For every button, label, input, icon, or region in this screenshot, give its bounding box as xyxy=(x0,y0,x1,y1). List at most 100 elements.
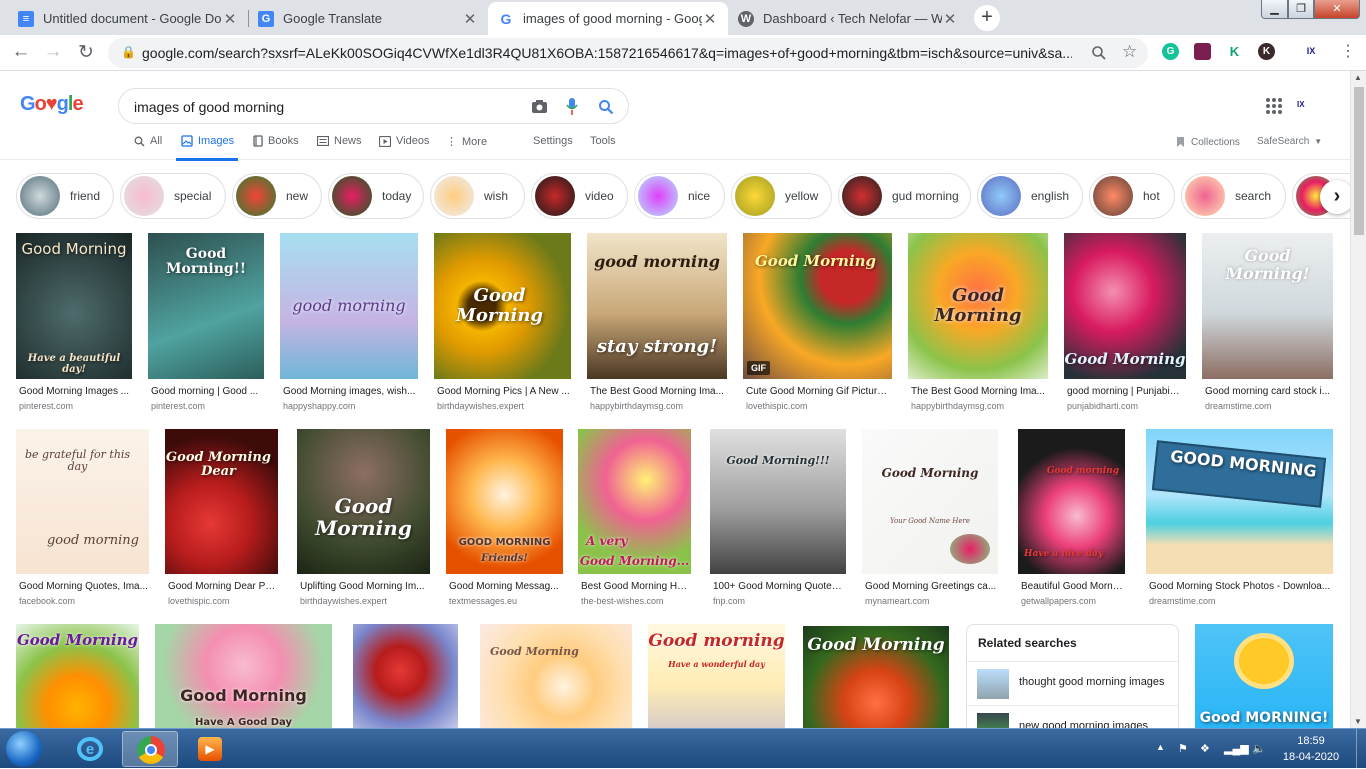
image-caption[interactable]: Good Morning Pics | A New ... xyxy=(437,386,570,397)
image-caption[interactable]: Good Morning Dear Pic... xyxy=(168,581,277,592)
address-bar[interactable]: 🔒 google.com/search?sxsrf=ALeKk00SOGiq4C… xyxy=(108,38,1148,68)
back-arrow-icon[interactable]: ← xyxy=(9,41,33,63)
image-caption[interactable]: Good Morning Quotes, Ima... xyxy=(19,581,148,592)
image-result[interactable]: Good Morning Have a beautiful day! xyxy=(16,233,132,379)
image-caption[interactable]: Good Morning Greetings ca... xyxy=(865,581,997,592)
image-source[interactable]: fnp.com xyxy=(713,596,845,606)
apps-grid-icon[interactable] xyxy=(1266,98,1282,114)
tab-images[interactable]: Images xyxy=(181,135,234,147)
image-source[interactable]: lovethispic.com xyxy=(746,401,891,411)
image-caption[interactable]: Best Good Morning HD... xyxy=(581,581,690,592)
tab-more[interactable]: ⋮ More xyxy=(446,135,487,149)
image-result[interactable]: Good Morning xyxy=(480,624,632,728)
image-result[interactable]: good morning stay strong! xyxy=(587,233,727,379)
image-caption[interactable]: good morning | PunjabiD... xyxy=(1067,386,1185,397)
image-source[interactable]: dreamstime.com xyxy=(1149,596,1332,606)
grammarly-icon[interactable]: G xyxy=(1162,43,1179,60)
dropbox-icon[interactable]: ❖ xyxy=(1200,742,1210,755)
image-result[interactable]: Good Morning xyxy=(16,624,139,728)
new-tab-button[interactable]: + xyxy=(974,5,1000,31)
image-result[interactable]: Good Morning xyxy=(434,233,571,379)
image-result[interactable]: Good morning Have a nice day xyxy=(1018,429,1125,574)
image-result[interactable]: Good Morning GIF xyxy=(743,233,892,379)
chip-wish[interactable]: wish xyxy=(430,173,525,219)
chip-english[interactable]: english xyxy=(977,173,1083,219)
tray-expand-icon[interactable]: ▲ xyxy=(1156,742,1165,752)
chevron-right-icon[interactable]: › xyxy=(1320,180,1354,214)
url-text[interactable]: google.com/search?sxsrf=ALeKk00SOGiq4CVW… xyxy=(142,45,1072,61)
zoom-icon[interactable] xyxy=(1091,45,1107,61)
bookmark-star-icon[interactable]: ☆ xyxy=(1122,42,1137,62)
chip-search[interactable]: search xyxy=(1181,173,1286,219)
close-icon[interactable]: ✕ xyxy=(702,10,718,28)
image-result[interactable]: Good Morning xyxy=(908,233,1048,379)
chip-special[interactable]: special xyxy=(120,173,226,219)
image-result[interactable]: A very Good Morning... xyxy=(578,429,691,574)
image-result[interactable]: Good Morning xyxy=(803,626,949,728)
close-icon[interactable]: ✕ xyxy=(942,10,958,28)
tab-google-translate[interactable]: G Google Translate ✕ xyxy=(248,2,488,35)
chip-today[interactable]: today xyxy=(328,173,424,219)
scrollbar-thumb[interactable] xyxy=(1354,87,1364,235)
search-input[interactable]: images of good morning xyxy=(134,99,284,115)
taskbar-chrome[interactable] xyxy=(122,731,178,767)
image-source[interactable]: punjabidharti.com xyxy=(1067,401,1185,411)
image-caption[interactable]: 100+ Good Morning Quotes... xyxy=(713,581,845,592)
chip-gud-morning[interactable]: gud morning xyxy=(838,173,971,219)
image-result[interactable]: Good Morning xyxy=(297,429,430,574)
page-scrollbar[interactable]: ▲ ▼ xyxy=(1350,71,1366,728)
network-signal-icon[interactable]: ▂▄▆ xyxy=(1224,742,1249,755)
image-result[interactable]: GOOD MORNING Friends! xyxy=(446,429,563,574)
image-result[interactable]: good morning xyxy=(280,233,418,379)
image-result[interactable]: Good Morning!! xyxy=(148,233,264,379)
image-source[interactable]: happyshappy.com xyxy=(283,401,417,411)
image-caption[interactable]: Beautiful Good Mornin... xyxy=(1021,581,1124,592)
collections-button[interactable]: Collections xyxy=(1175,136,1240,148)
image-result[interactable]: Good morning Have a wonderful day xyxy=(648,624,785,728)
tab-wordpress-dashboard[interactable]: W Dashboard ‹ Tech Nelofar — WordPress ✕ xyxy=(728,2,968,35)
image-source[interactable]: birthdaywishes.expert xyxy=(437,401,570,411)
image-result[interactable] xyxy=(353,624,458,728)
close-icon[interactable]: ✕ xyxy=(222,10,238,28)
image-source[interactable]: textmessages.eu xyxy=(449,596,562,606)
maximize-button[interactable]: ❐ xyxy=(1288,0,1314,19)
image-result[interactable]: Good Morning Dear xyxy=(165,429,278,574)
tab-tools[interactable]: Tools xyxy=(590,135,616,147)
image-caption[interactable]: Good Morning Messag... xyxy=(449,581,562,592)
related-search-item[interactable]: thought good morning images xyxy=(967,661,1178,705)
ix-extension-icon[interactable]: IX xyxy=(1298,43,1324,60)
image-result[interactable]: Good Morning xyxy=(1064,233,1186,379)
image-caption[interactable]: Uplifting Good Morning Im... xyxy=(300,581,429,592)
taskbar-media-player[interactable]: ▶ xyxy=(182,731,238,767)
browser-menu-icon[interactable]: ⋮ xyxy=(1340,41,1356,61)
image-source[interactable]: mynameart.com xyxy=(865,596,997,606)
show-desktop-button[interactable] xyxy=(1356,729,1366,769)
image-source[interactable]: getwallpapers.com xyxy=(1021,596,1124,606)
k-extension-icon[interactable]: K xyxy=(1258,43,1275,60)
chip-friend[interactable]: friend xyxy=(16,173,114,219)
image-source[interactable]: the-best-wishes.com xyxy=(581,596,690,606)
flag-icon[interactable]: ⚑ xyxy=(1178,742,1188,755)
forward-arrow-icon[interactable]: → xyxy=(41,41,65,63)
windows-start-button[interactable] xyxy=(6,731,42,767)
chip-hot[interactable]: hot xyxy=(1089,173,1175,219)
extension-icon[interactable] xyxy=(1194,43,1211,60)
tab-google-docs[interactable]: ≡ Untitled document - Google Docs ✕ xyxy=(8,2,248,35)
image-result[interactable]: Good Morning Have A Good Day xyxy=(155,624,332,728)
chip-nice[interactable]: nice xyxy=(634,173,725,219)
image-result[interactable]: Good Morning Your Good Name Here xyxy=(862,429,998,574)
image-source[interactable]: facebook.com xyxy=(19,596,148,606)
image-caption[interactable]: Good Morning images, wish... xyxy=(283,386,417,397)
keywords-extension-icon[interactable]: K xyxy=(1226,43,1243,60)
tab-news[interactable]: News xyxy=(317,135,362,147)
microphone-icon[interactable] xyxy=(566,97,578,116)
account-avatar[interactable]: IX xyxy=(1297,100,1327,112)
image-caption[interactable]: Good Morning Images ... xyxy=(19,386,131,397)
image-result[interactable]: be grateful for this day good morning xyxy=(16,429,149,574)
image-source[interactable]: lovethispic.com xyxy=(168,596,277,606)
chip-new[interactable]: new xyxy=(232,173,322,219)
image-result[interactable]: Good Morning! xyxy=(1202,233,1333,379)
image-caption[interactable]: Good morning | Good ... xyxy=(151,386,263,397)
camera-icon[interactable] xyxy=(531,99,548,114)
image-result[interactable]: Good Morning!!! xyxy=(710,429,846,574)
